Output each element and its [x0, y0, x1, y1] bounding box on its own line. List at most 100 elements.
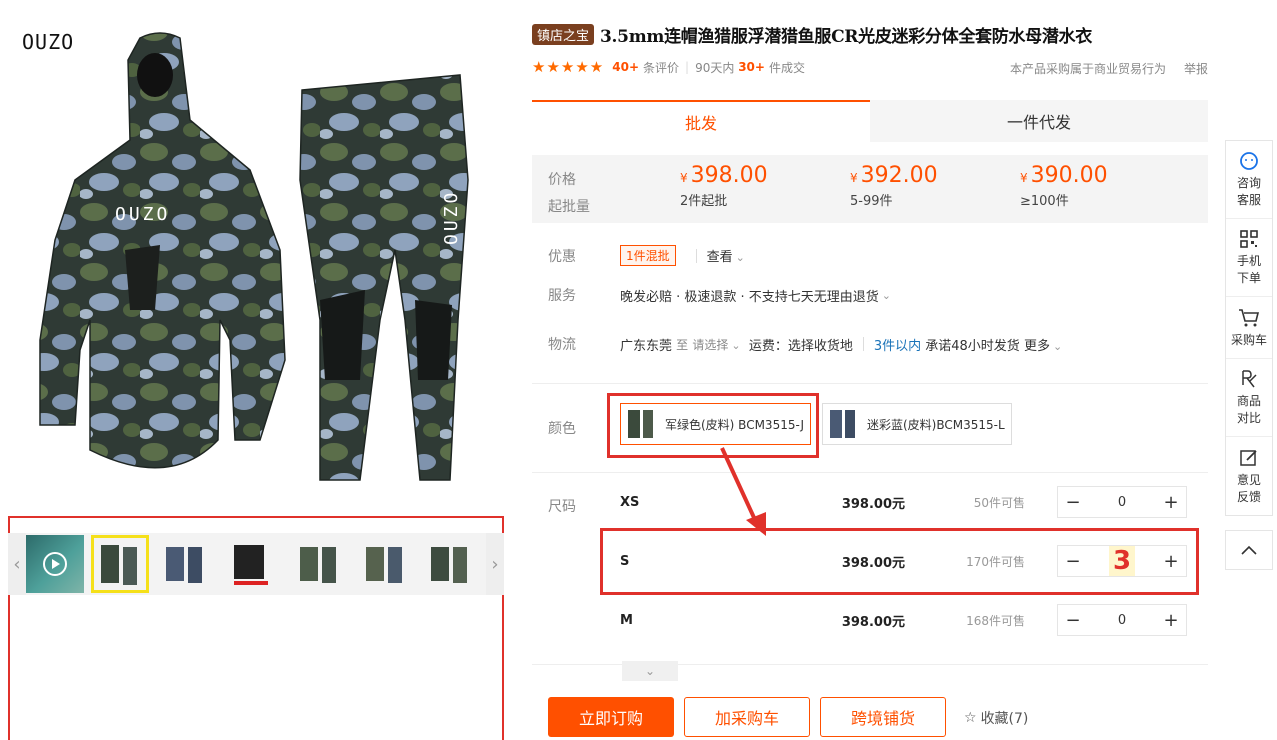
price-tier: ¥392.00 5-99件: [850, 163, 938, 209]
thumbnail-item[interactable]: [356, 535, 414, 593]
customer-service-button[interactable]: 咨询 客服: [1226, 141, 1272, 219]
more-label: 更多: [1023, 338, 1050, 354]
size-label: 尺码: [548, 499, 576, 515]
thumbnail-image: [166, 547, 202, 583]
main-product-image[interactable]: OUZO OUZO: [20, 20, 500, 510]
promo-tag: 1件混批: [620, 245, 676, 266]
feedback-button[interactable]: 意见 反馈: [1226, 437, 1272, 515]
destination-select-label: 请选择: [692, 337, 729, 352]
chevron-left-icon: ‹: [13, 553, 21, 575]
thumbnail-image: [101, 545, 137, 585]
chevron-down-icon[interactable]: ⌄: [882, 289, 891, 302]
currency-symbol: ¥: [1020, 171, 1028, 185]
destination-select[interactable]: 请选择 ⌄: [692, 336, 740, 353]
increment-button[interactable]: +: [1156, 610, 1186, 631]
rating-right: 本产品采购属于商业贸易行为 举报: [1010, 60, 1208, 77]
divider: [532, 383, 1208, 384]
logistics-to: 至: [676, 337, 689, 352]
quantity-input[interactable]: 0: [1118, 495, 1126, 510]
promo-row: 优惠 1件混批 查看 ⌄: [532, 245, 1208, 266]
side-item-label: 手机 下单: [1236, 254, 1261, 285]
annotation-arrow: [720, 447, 766, 536]
chevron-down-icon: ⌄: [735, 251, 745, 264]
cart-icon: [1238, 307, 1260, 329]
trade-note: 本产品采购属于商业贸易行为: [1009, 62, 1166, 76]
annotation-highlight-size-s: [600, 528, 1199, 595]
review-count[interactable]: 40+: [612, 60, 639, 74]
service-label: 服务: [548, 288, 576, 304]
cross-border-button[interactable]: 跨境铺货: [820, 697, 946, 737]
purchase-cart-button[interactable]: 采购车: [1226, 297, 1272, 359]
side-toolbar: 咨询 客服 手机 下单 采购车 商品 对比 意见 反馈: [1225, 140, 1273, 516]
chevron-down-icon: ⌄: [1052, 339, 1063, 353]
purchase-mode-tabs: 批发 一件代发: [532, 100, 1208, 142]
decrement-button[interactable]: −: [1058, 610, 1088, 631]
logistics-row: 物流 广东东莞 至 请选择 ⌄ 运费：选择收货地 3件以内 承诺48小时发货 更多…: [532, 334, 1208, 354]
promise-qty: 3件以内: [873, 338, 922, 354]
compare-button[interactable]: 商品 对比: [1226, 359, 1272, 437]
logistics-origin: 广东东莞: [620, 338, 673, 354]
product-gallery: OUZO OUZO OUZO ‹ ›: [0, 0, 512, 740]
thumbnail-item[interactable]: [290, 535, 348, 593]
color-option-camo-blue[interactable]: 迷彩蓝(皮料)BCM3515-L: [822, 403, 1012, 445]
thumbnail-item[interactable]: [421, 535, 479, 593]
quantity-input[interactable]: 0: [1118, 613, 1126, 628]
promise-text: 承诺48小时发货: [925, 338, 1020, 354]
play-icon: [43, 552, 67, 576]
brand-logo: OUZO: [22, 30, 75, 54]
divider: |: [685, 60, 690, 74]
thumbnail-item[interactable]: [222, 535, 280, 593]
divider: [862, 337, 864, 351]
price-box: 价格 起批量 ¥398.00 2件起批 ¥392.00 5-99件 ¥390.0…: [532, 155, 1208, 223]
size-stock: 50件可售: [973, 495, 1025, 510]
promo-view-label: 查看: [706, 250, 733, 265]
tab-wholesale[interactable]: 批发: [532, 100, 870, 142]
promo-label: 优惠: [548, 248, 576, 265]
compare-icon: [1238, 368, 1260, 390]
more-logistics-link[interactable]: 更多 ⌄: [1024, 335, 1062, 354]
back-to-top-button[interactable]: [1225, 530, 1273, 570]
add-to-cart-button[interactable]: 加采购车: [684, 697, 810, 737]
divider: [695, 248, 697, 263]
tier-qty: 5-99件: [850, 194, 893, 209]
tier-qty: ≥100件: [1020, 194, 1069, 209]
promo-view-link[interactable]: 查看 ⌄: [707, 246, 745, 265]
thumb-prev-button[interactable]: ‹: [8, 533, 26, 595]
thumbnail-image: [431, 547, 467, 583]
svg-text:OUZO: OUZO: [115, 204, 170, 225]
price-tier: ¥390.00 ≥100件: [1020, 163, 1108, 209]
expand-sizes-button[interactable]: ⌄: [622, 661, 678, 681]
qr-code-icon: [1238, 228, 1260, 250]
currency-symbol: ¥: [680, 171, 688, 185]
favorite-button[interactable]: ☆ 收藏(7): [964, 708, 1028, 728]
color-option-label: 迷彩蓝(皮料)BCM3515-L: [867, 417, 1005, 432]
increment-button[interactable]: +: [1156, 492, 1186, 513]
divider: [532, 472, 1208, 473]
thumbnail-item[interactable]: [91, 535, 149, 593]
decrement-button[interactable]: −: [1058, 492, 1088, 513]
report-link[interactable]: 举报: [1184, 60, 1208, 77]
tier-price: 392.00: [860, 163, 938, 188]
tier-qty: 2件起批: [680, 194, 728, 209]
review-label[interactable]: 条评价: [643, 59, 679, 76]
thumbnail-video[interactable]: [26, 535, 84, 593]
shop-badge: 镇店之宝: [532, 24, 595, 45]
size-stock: 168件可售: [966, 613, 1025, 628]
mobile-order-button[interactable]: 手机 下单: [1226, 219, 1272, 297]
logistics-label: 物流: [548, 337, 576, 353]
sales-period: 90天内: [695, 60, 735, 75]
tier-price: 398.00: [690, 163, 768, 188]
thumbnail-item[interactable]: [156, 535, 214, 593]
rating-stars-icon: ★★★★★: [532, 58, 605, 76]
side-item-label: 采购车: [1230, 332, 1267, 347]
service-text[interactable]: 晚发必赔 · 极速退款 · 不支持七天无理由退货: [620, 286, 879, 305]
star-outline-icon: ☆: [964, 710, 977, 726]
quantity-stepper: − 0 +: [1057, 604, 1187, 636]
tab-dropship[interactable]: 一件代发: [870, 100, 1208, 142]
buy-now-button[interactable]: 立即订购: [548, 697, 674, 737]
product-details: 镇店之宝 3.5mm连帽渔猎服浮潜猎鱼服CR光皮迷彩分体全套防水母潜水衣 ★★★…: [532, 0, 1208, 740]
thumbnail-image: [300, 547, 336, 583]
thumb-next-button[interactable]: ›: [486, 533, 504, 595]
side-item-label: 咨询 客服: [1236, 176, 1261, 207]
size-name: M: [620, 612, 633, 628]
